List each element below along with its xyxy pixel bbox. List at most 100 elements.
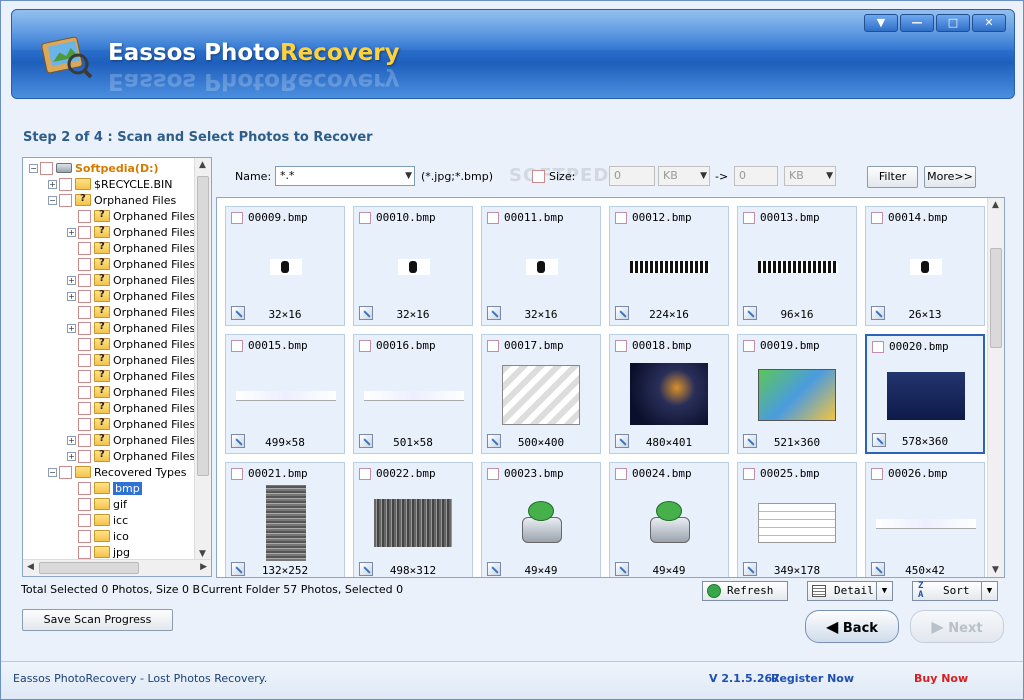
tree-row[interactable]: icc	[67, 512, 128, 528]
photo-card[interactable]: 00011.bmp 32×16	[481, 206, 601, 326]
photo-card[interactable]: 00016.bmp 501×58	[353, 334, 473, 454]
size-filter-checkbox[interactable]	[532, 170, 545, 183]
tree-checkbox[interactable]	[78, 305, 91, 319]
photo-checkbox[interactable]	[615, 340, 627, 352]
tree-checkbox[interactable]	[78, 337, 91, 351]
photo-card[interactable]: 00026.bmp 450×42	[865, 462, 985, 577]
tree-row[interactable]: + Orphaned Files	[67, 272, 195, 288]
tree-checkbox[interactable]	[78, 529, 91, 543]
tree-row[interactable]: bmp	[67, 480, 142, 496]
expand-toggle-icon[interactable]: +	[67, 451, 76, 461]
photo-checkbox[interactable]	[487, 212, 499, 224]
size-unit-to-select[interactable]: KB ▼	[784, 166, 836, 186]
photo-checkbox[interactable]	[615, 212, 627, 224]
photo-checkbox[interactable]	[487, 468, 499, 480]
expand-toggle-icon[interactable]: +	[67, 435, 76, 445]
save-scan-progress-button[interactable]: Save Scan Progress	[22, 609, 173, 631]
photo-card[interactable]: 00024.bmp 49×49	[609, 462, 729, 577]
photo-checkbox[interactable]	[743, 468, 755, 480]
maximize-button[interactable]: □	[936, 14, 970, 32]
tree-horizontal-scrollbar[interactable]: ◀ ▶	[23, 559, 211, 576]
expand-toggle-icon[interactable]: −	[29, 163, 38, 173]
chevron-down-icon[interactable]: ▼	[981, 582, 997, 600]
tree-checkbox[interactable]	[78, 241, 91, 255]
photo-checkbox[interactable]	[615, 468, 627, 480]
tree-row[interactable]: jpg	[67, 544, 130, 560]
tree-row[interactable]: Orphaned Files	[67, 368, 195, 384]
photo-checkbox[interactable]	[359, 212, 371, 224]
tree-row[interactable]: + Orphaned Files	[67, 288, 195, 304]
tree-checkbox[interactable]	[78, 225, 91, 239]
tree-checkbox[interactable]	[59, 193, 72, 207]
tree-checkbox[interactable]	[78, 433, 91, 447]
photo-card[interactable]: 00025.bmp 349×178	[737, 462, 857, 577]
tree-row[interactable]: Orphaned Files	[67, 336, 195, 352]
expand-toggle-icon[interactable]: −	[48, 467, 57, 477]
buy-now-link[interactable]: Buy Now	[914, 672, 968, 685]
photo-checkbox[interactable]	[872, 341, 884, 353]
tree-row[interactable]: Orphaned Files	[67, 384, 195, 400]
tree-row[interactable]: + Orphaned Files	[67, 224, 195, 240]
tree-row[interactable]: − Softpedia(D:)	[29, 160, 159, 176]
photo-card[interactable]: 00012.bmp 224×16	[609, 206, 729, 326]
photo-grid[interactable]: 00009.bmp 32×16 00010.bmp 32×16 00011.bmp 32×…	[216, 197, 1005, 578]
tree-checkbox[interactable]	[78, 257, 91, 271]
photo-checkbox[interactable]	[871, 468, 883, 480]
photo-card[interactable]: 00015.bmp 499×58	[225, 334, 345, 454]
expand-toggle-icon[interactable]: +	[48, 179, 57, 189]
photo-checkbox[interactable]	[743, 340, 755, 352]
tree-row[interactable]: + Orphaned Files	[67, 432, 195, 448]
tree-checkbox[interactable]	[59, 177, 72, 191]
photo-checkbox[interactable]	[359, 340, 371, 352]
photo-card[interactable]: 00017.bmp 500×400	[481, 334, 601, 454]
filter-button[interactable]: Filter	[867, 166, 918, 188]
back-button[interactable]: ◀ Back	[805, 610, 899, 643]
more-button[interactable]: More>>	[924, 166, 976, 188]
tree-checkbox[interactable]	[78, 449, 91, 463]
tree-row[interactable]: + Orphaned Files	[67, 448, 195, 464]
folder-tree[interactable]: − Softpedia(D:) + $RECYCLE.BIN − Orphaned Fil…	[22, 157, 212, 577]
menu-dropdown-button[interactable]: ▼	[864, 14, 898, 32]
tree-checkbox[interactable]	[78, 481, 91, 495]
refresh-button[interactable]: Refresh	[702, 581, 788, 601]
tree-checkbox[interactable]	[78, 353, 91, 367]
tree-checkbox[interactable]	[40, 161, 53, 175]
tree-checkbox[interactable]	[59, 465, 72, 479]
tree-row[interactable]: Orphaned Files	[67, 304, 195, 320]
photo-card[interactable]: 00013.bmp 96×16	[737, 206, 857, 326]
photo-card[interactable]: 00014.bmp 26×13	[865, 206, 985, 326]
photo-card[interactable]: 00010.bmp 32×16	[353, 206, 473, 326]
photo-card[interactable]: 00023.bmp 49×49	[481, 462, 601, 577]
tree-vertical-scrollbar[interactable]: ▲ ▼	[194, 158, 211, 561]
photo-card[interactable]: 00019.bmp 521×360	[737, 334, 857, 454]
photo-checkbox[interactable]	[359, 468, 371, 480]
photo-checkbox[interactable]	[231, 340, 243, 352]
chevron-down-icon[interactable]: ▼	[876, 582, 892, 600]
view-detail-button[interactable]: Detail ▼	[807, 581, 893, 601]
expand-toggle-icon[interactable]: +	[67, 227, 76, 237]
photo-checkbox[interactable]	[871, 212, 883, 224]
tree-row[interactable]: ico	[67, 528, 129, 544]
close-button[interactable]: ✕	[972, 14, 1006, 32]
tree-row[interactable]: Orphaned Files	[67, 400, 195, 416]
tree-row[interactable]: Orphaned Files	[67, 352, 195, 368]
tree-row[interactable]: Orphaned Files	[67, 256, 195, 272]
photo-card[interactable]: 00022.bmp 498×312	[353, 462, 473, 577]
tree-checkbox[interactable]	[78, 401, 91, 415]
photo-card[interactable]: 00009.bmp 32×16	[225, 206, 345, 326]
tree-checkbox[interactable]	[78, 321, 91, 335]
tree-checkbox[interactable]	[78, 209, 91, 223]
next-button[interactable]: ▶ Next	[910, 610, 1004, 643]
photo-card[interactable]: 00020.bmp 578×360	[865, 334, 985, 454]
photo-checkbox[interactable]	[487, 340, 499, 352]
tree-row[interactable]: + $RECYCLE.BIN	[48, 176, 172, 192]
tree-checkbox[interactable]	[78, 273, 91, 287]
photo-checkbox[interactable]	[231, 212, 243, 224]
expand-toggle-icon[interactable]: −	[48, 195, 57, 205]
tree-row[interactable]: Orphaned Files	[67, 208, 195, 224]
minimize-button[interactable]: —	[900, 14, 934, 32]
photo-card[interactable]: 00021.bmp 132×252	[225, 462, 345, 577]
tree-checkbox[interactable]	[78, 369, 91, 383]
size-to-input[interactable]: 0	[734, 166, 778, 186]
photo-card[interactable]: 00018.bmp 480×401	[609, 334, 729, 454]
